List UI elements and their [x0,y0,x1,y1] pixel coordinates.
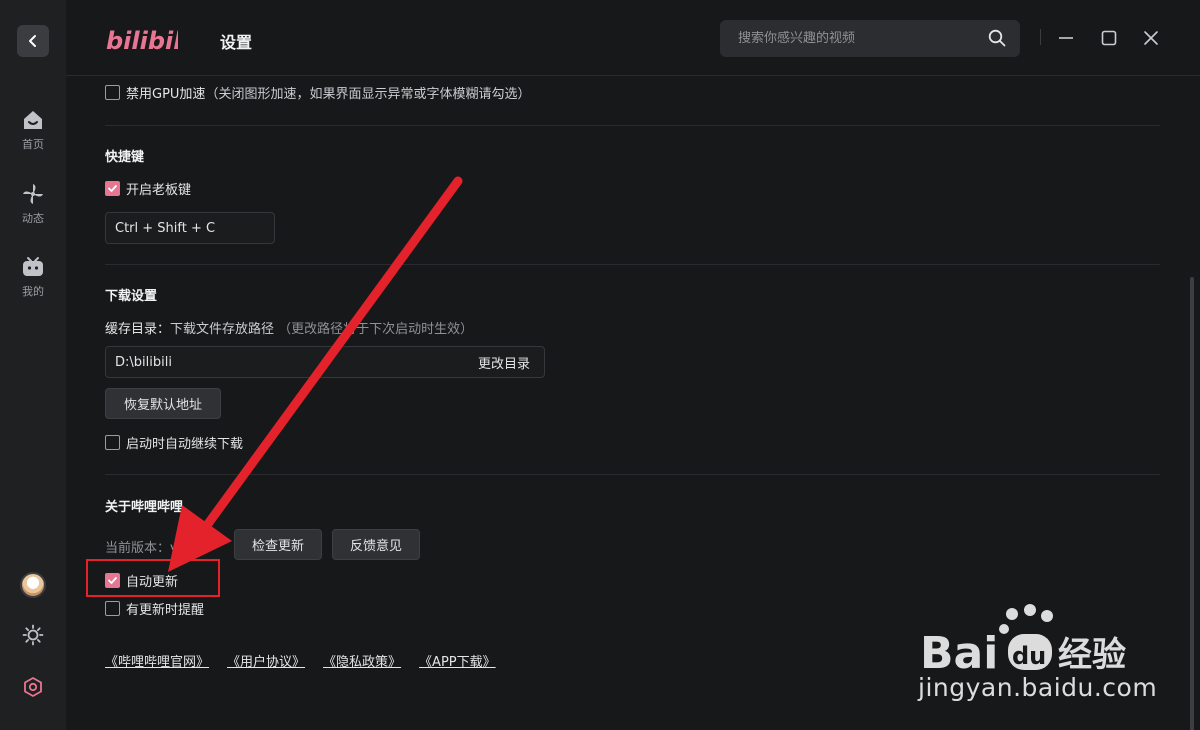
svg-text:Bai: Bai [920,628,998,672]
page-title: 设置 [220,33,253,52]
settings-button[interactable] [0,676,66,698]
boss-key-shortcut-field[interactable]: Ctrl + Shift + C [105,212,275,244]
divider [105,125,1160,126]
avatar-button[interactable] [0,572,66,598]
link-user-agreement[interactable]: 《用户协议》 [227,651,305,670]
highlight-box [86,559,220,597]
change-dir-button[interactable]: 更改目录 [478,353,530,372]
check-update-button[interactable]: 检查更新 [234,529,322,560]
divider [105,474,1160,475]
scrollbar[interactable] [1190,277,1194,730]
auto-resume-checkbox[interactable] [105,435,120,450]
auto-resume-label: 启动时自动继续下载 [126,437,244,452]
check-icon [108,185,117,192]
update-notice-checkbox-row[interactable]: 有更新时提醒 [105,599,204,618]
boss-key-checkbox[interactable] [105,181,120,196]
feedback-button[interactable]: 反馈意见 [332,529,420,560]
maximize-button[interactable] [1097,26,1121,50]
sun-icon [22,624,44,646]
back-button[interactable] [17,25,49,57]
baidu-jingyan-logo: Bai du 经验 [920,604,1126,672]
sidebar-item-dynamic[interactable]: 动态 [0,182,66,226]
minimize-button[interactable] [1054,26,1078,50]
cache-path-field[interactable]: D:\bilibili 更改目录 [105,346,545,378]
sidebar-item-label: 我的 [22,285,44,298]
separator [1040,29,1041,45]
tv-icon [23,257,43,276]
avatar [20,572,46,598]
divider [105,264,1160,265]
update-notice-checkbox[interactable] [105,601,120,616]
watermark-url: jingyan.baidu.com [918,673,1158,702]
boss-key-label: 开启老板键 [126,183,192,198]
current-version: 当前版本：v [105,541,178,556]
gpu-accel-checkbox-row[interactable]: 禁用GPU加速（关闭图形加速，如果界面显示异常或字体模糊请勾选） [105,83,530,102]
chevron-left-icon [29,35,36,47]
sidebar-item-mine[interactable]: 我的 [0,255,66,299]
search-box[interactable] [720,20,1020,57]
boss-key-checkbox-row[interactable]: 开启老板键 [105,179,191,198]
gpu-accel-label: 禁用GPU加速 [126,87,206,102]
close-icon [1144,31,1158,45]
update-notice-label: 有更新时提醒 [126,603,205,618]
link-official-site[interactable]: 《哔哩哔哩官网》 [105,651,209,670]
sidebar-item-label: 首页 [22,138,44,151]
pinwheel-icon [23,184,43,204]
cache-dir-label: 缓存目录： [105,322,171,337]
download-section-title: 下载设置 [105,289,158,304]
shortcut-section-title: 快捷键 [105,150,145,165]
sidebar-item-label: 动态 [22,212,44,225]
maximize-icon [1101,30,1117,46]
auto-resume-checkbox-row[interactable]: 启动时自动继续下载 [105,433,243,452]
settings-icon [24,677,42,697]
svg-text:bilibili: bilibili [106,27,178,55]
home-icon [24,111,42,129]
link-app-download[interactable]: 《APP下载》 [419,651,496,670]
cache-dir-desc: 下载文件存放路径 [170,322,275,337]
gpu-accel-hint: （关闭图形加速，如果界面显示异常或字体模糊请勾选） [205,87,531,102]
close-button[interactable] [1139,26,1163,50]
sidebar: 首页 动态 我的 [0,0,66,730]
svg-text:du: du [1012,642,1046,670]
cache-path-value: D:\bilibili [115,354,172,370]
sidebar-item-home[interactable]: 首页 [0,108,66,152]
svg-text:经验: 经验 [1058,635,1126,672]
top-bar: bilibili 设置 [66,0,1200,76]
theme-button[interactable] [0,624,66,646]
minimize-icon [1059,37,1073,39]
gpu-accel-checkbox[interactable] [105,85,120,100]
link-privacy-policy[interactable]: 《隐私政策》 [323,651,401,670]
footer-links: 《哔哩哔哩官网》 《用户协议》 《隐私政策》 《APP下载》 [105,651,496,670]
restore-default-button[interactable]: 恢复默认地址 [105,388,221,419]
search-input[interactable] [738,31,978,46]
bilibili-logo[interactable]: bilibili [106,22,178,56]
search-icon[interactable] [988,29,1006,47]
about-section-title: 关于哔哩哔哩 [105,500,184,515]
cache-dir-hint: （更改路径将于下次启动时生效） [278,322,474,337]
